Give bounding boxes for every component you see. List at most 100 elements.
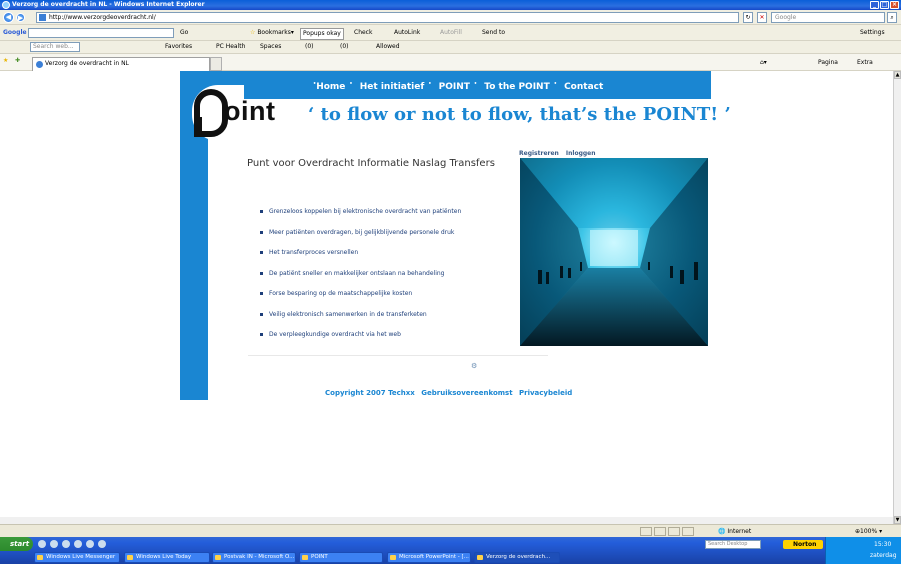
vertical-scrollbar[interactable]: ▲ ▼ — [893, 71, 901, 524]
login-link[interactable]: Inloggen — [566, 150, 596, 157]
favorites-button[interactable]: Favorites — [165, 42, 192, 52]
divider — [248, 355, 548, 356]
privacy-link[interactable]: Privacybeleid — [519, 389, 572, 397]
zoom-label: 100% — [860, 528, 878, 535]
pchealth-button[interactable]: PC Health — [216, 42, 245, 52]
top-nav-bar: •Home • Het initiatief • POINT • To the POI… — [180, 71, 711, 99]
list-item: Veilig elektronisch samenwerken in de tr… — [260, 311, 461, 332]
desktop-search-placeholder: Search Desktop — [708, 541, 748, 547]
allowed-button[interactable]: Allowed — [376, 42, 400, 52]
tab-row: ★ ✚ Verzorg de overdracht in NL ⌂▾ Pagin… — [0, 54, 901, 71]
quicklaunch-icon[interactable] — [86, 540, 94, 548]
page-icon — [39, 14, 46, 21]
popups-button[interactable]: Popups okay — [300, 28, 344, 40]
taskbar-button-active[interactable]: Verzorg de overdrach... — [474, 552, 560, 563]
norton-button[interactable]: Norton — [783, 540, 823, 549]
terms-link[interactable]: Gebruiksovereenkomst — [421, 389, 512, 397]
autolink-button[interactable]: AutoLink — [394, 28, 420, 38]
minimize-button[interactable]: _ — [870, 1, 879, 9]
desktop-search-input[interactable]: Search Desktop — [705, 540, 761, 549]
search-input[interactable]: Google — [771, 12, 885, 23]
window-controls: _ □ × — [870, 1, 899, 9]
back-button[interactable]: ◀ — [3, 12, 14, 23]
tab-active[interactable]: Verzorg de overdracht in NL — [32, 57, 210, 71]
maximize-button[interactable]: □ — [880, 1, 889, 9]
search-placeholder: Google — [775, 14, 797, 21]
add-favorite-icon[interactable]: ✚ — [15, 56, 20, 66]
ie-icon — [2, 1, 10, 9]
extra-menu[interactable]: Extra — [857, 58, 873, 68]
page-menu[interactable]: Pagina — [818, 58, 838, 68]
stop-icon[interactable]: ✕ — [757, 12, 767, 23]
taskbar-button[interactable]: Postvak IN - Microsoft O... — [212, 552, 296, 563]
nav-contact-label: Contact — [564, 82, 604, 92]
address-input[interactable]: http://www.verzorgdeoverdracht.nl/ — [36, 12, 739, 23]
zone-label: Internet — [727, 528, 752, 535]
bookmarks-button[interactable]: ☆ Bookmarks▾ — [250, 28, 294, 38]
slogan: ‘ to flow or not to flow, that’s the POI… — [308, 104, 731, 125]
messenger-count[interactable]: (0) — [340, 42, 349, 52]
copyright-text: Copyright 2007 Techxx — [325, 389, 415, 397]
register-link[interactable]: Registreren — [519, 150, 559, 157]
nav-point-label: POINT — [438, 82, 470, 92]
quicklaunch-icon[interactable] — [62, 540, 70, 548]
scroll-down-icon[interactable]: ▼ — [894, 516, 901, 524]
address-url: http://www.verzorgdeoverdracht.nl/ — [49, 14, 156, 21]
sendto-button[interactable]: Send to — [482, 28, 505, 38]
address-bar-row: ◀ ▶ http://www.verzorgdeoverdracht.nl/ ↻… — [0, 10, 901, 25]
mail-count[interactable]: (0) — [305, 42, 314, 52]
autofill-button[interactable]: AutoFill — [440, 28, 462, 38]
favorites-star-icon[interactable]: ★ — [3, 56, 8, 66]
clock-time[interactable]: 15:30 — [874, 541, 891, 548]
taskbar-button[interactable]: POINT — [299, 552, 383, 563]
check-button[interactable]: Check — [354, 28, 372, 38]
scroll-up-icon[interactable]: ▲ — [894, 71, 901, 79]
live-search-placeholder: Search web... — [33, 43, 74, 50]
tunnel-photo — [520, 158, 708, 346]
search-icon[interactable]: ⌕ — [887, 12, 897, 23]
point-logo-p-icon[interactable] — [194, 89, 228, 137]
horizontal-scrollbar[interactable] — [0, 517, 893, 524]
website: •Home • Het initiatief • POINT • To the POI… — [180, 71, 731, 400]
taskbar-button[interactable]: Windows Live Today — [124, 552, 210, 563]
status-bar: 🌐 Internet ⊕100% ▾ — [0, 524, 901, 537]
refresh-icon[interactable]: ↻ — [743, 12, 753, 23]
status-segment — [654, 527, 666, 536]
nav-home-label: Home — [316, 82, 346, 92]
taskbar: start Windows Live Messenger Windows Liv… — [0, 537, 901, 564]
footer: Copyright 2007 Techxx Gebruiksovereenkom… — [325, 389, 576, 397]
list-item: Forse besparing op de maatschappelijke k… — [260, 290, 461, 311]
google-search-input[interactable] — [28, 28, 174, 38]
quicklaunch-icon[interactable] — [50, 540, 58, 548]
close-button[interactable]: × — [890, 1, 899, 9]
nav-contact[interactable]: Contact — [564, 82, 607, 92]
nav-initiatief[interactable]: Het initiatief • — [359, 81, 432, 92]
google-logo: Google — [3, 29, 27, 36]
forward-button[interactable]: ▶ — [16, 13, 25, 22]
settings-button[interactable]: Settings — [860, 28, 885, 38]
live-toolbar: Search web... Favorites PC Health Spaces… — [0, 41, 901, 54]
live-search-input[interactable]: Search web... — [30, 42, 80, 52]
nav-to-the-point[interactable]: To the POINT • — [484, 81, 557, 92]
home-icon[interactable]: ⌂▾ — [760, 58, 767, 68]
taskbar-button[interactable]: Windows Live Messenger — [34, 552, 120, 563]
quicklaunch-icon[interactable] — [98, 540, 106, 548]
list-item: Het transferproces versnellen — [260, 249, 461, 270]
bookmarks-label: Bookmarks — [257, 29, 291, 36]
nav-point[interactable]: POINT • — [438, 81, 477, 92]
new-tab-button[interactable] — [210, 57, 222, 71]
start-button[interactable]: start — [0, 537, 33, 551]
spaces-button[interactable]: Spaces — [260, 42, 281, 52]
quicklaunch-icon[interactable] — [74, 540, 82, 548]
nav-home[interactable]: •Home • — [313, 81, 353, 92]
nav-initiatief-label: Het initiatief — [359, 82, 425, 92]
go-button[interactable]: Go — [180, 28, 188, 38]
security-zone[interactable]: 🌐 Internet — [718, 527, 751, 536]
zoom-control[interactable]: ⊕100% ▾ — [855, 527, 882, 536]
list-item: Grenzeloos koppelen bij elektronische ov… — [260, 208, 461, 229]
taskbar-button[interactable]: Microsoft PowerPoint - [... — [387, 552, 471, 563]
window-title: Verzorg de overdracht in NL - Windows In… — [12, 1, 205, 8]
quicklaunch-icon[interactable] — [38, 540, 46, 548]
tab-label: Verzorg de overdracht in NL — [45, 60, 129, 67]
auth-links: Registreren Inloggen — [519, 150, 601, 157]
